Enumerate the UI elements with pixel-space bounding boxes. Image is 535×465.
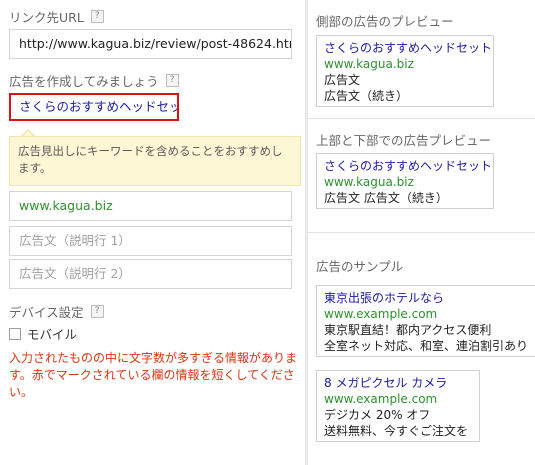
help-icon[interactable]: ? — [90, 10, 104, 23]
device-label-row: デバイス設定 ? — [9, 302, 104, 321]
ad-url: www.example.com — [324, 307, 438, 321]
sample-ad-1: 東京出張のホテルなら www.example.com 東京駅直結！都内アクセス便… — [316, 285, 535, 357]
ad-form: リンク先URL ? http://www.kagua.biz/review/po… — [0, 0, 303, 465]
ad-description: 全室ネット対応、和室、連泊割引あり — [324, 339, 529, 353]
topbottom-ad-preview: さくらのおすすめヘッドセット www.kagua.biz 広告文 広告文（続き） — [316, 153, 494, 209]
side-ad-preview: さくらのおすすめヘッドセット www.kagua.biz 広告文 広告文（続き） — [316, 35, 494, 107]
create-label-row: 広告を作成してみましょう ? — [9, 71, 179, 90]
ad-url: www.kagua.biz — [324, 57, 414, 71]
section-divider — [308, 232, 535, 233]
mobile-label: モバイル — [27, 327, 78, 342]
destination-url-input[interactable]: http://www.kagua.biz/review/post-48624.h… — [9, 29, 292, 59]
device-settings-label: デバイス設定 — [9, 305, 84, 320]
ad-description: 広告文（続き） — [324, 89, 409, 103]
url-label: リンク先URL — [9, 10, 84, 25]
sample-ad-2: 8 メガピクセル カメラ www.example.com デジカメ 20% オフ… — [316, 370, 480, 442]
url-label-row: リンク先URL ? — [9, 7, 104, 26]
ad-description: 送料無料、今すぐご注文を — [324, 424, 469, 438]
samples-title: 広告のサンプル — [316, 259, 404, 274]
ad-description: 東京駅直結！都内アクセス便利 — [324, 323, 492, 337]
error-message: 入力されたものの中に文字数が多すぎる情報があります。赤でマークされている欄の情報… — [9, 351, 298, 399]
side-preview-title: 側部の広告のプレビュー — [316, 14, 454, 29]
ad-title: さくらのおすすめヘッドセット — [324, 41, 493, 55]
section-divider — [308, 118, 535, 119]
help-icon[interactable]: ? — [165, 74, 179, 87]
ad-url: www.example.com — [324, 392, 438, 406]
help-icon[interactable]: ? — [90, 305, 104, 318]
mobile-option[interactable]: モバイル — [9, 324, 77, 343]
description-line2-input[interactable]: 広告文（説明行 2） — [9, 259, 292, 289]
description-line1-input[interactable]: 広告文（説明行 1） — [9, 226, 292, 256]
create-ad-label: 広告を作成してみましょう — [9, 74, 159, 89]
headline-input[interactable]: さくらのおすすめヘッドセット — [9, 93, 179, 121]
ad-description: 広告文 広告文（続き） — [324, 191, 448, 205]
ad-editor: リンク先URL ? http://www.kagua.biz/review/po… — [0, 0, 535, 465]
ad-title: 東京出張のホテルなら — [324, 291, 445, 305]
display-url-input[interactable]: www.kagua.biz — [9, 191, 292, 221]
ad-description: デジカメ 20% オフ — [324, 408, 431, 422]
ad-previews: 側部の広告のプレビュー さくらのおすすめヘッドセット www.kagua.biz… — [308, 0, 535, 465]
mobile-checkbox[interactable] — [9, 327, 21, 340]
ad-title: さくらのおすすめヘッドセット — [324, 159, 493, 173]
ad-title: 8 メガピクセル カメラ — [324, 376, 448, 390]
ad-description: 広告文 — [324, 73, 361, 87]
keyword-tip: 広告見出しにキーワードを含めることをおすすめします。 — [9, 136, 301, 186]
topbottom-preview-title: 上部と下部での広告プレビュー — [316, 133, 492, 148]
ad-url: www.kagua.biz — [324, 175, 414, 189]
